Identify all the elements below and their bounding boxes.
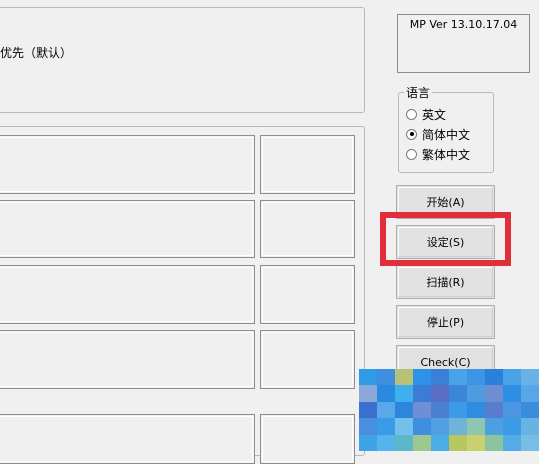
mosaic-tile xyxy=(485,385,503,402)
mosaic-tile xyxy=(521,401,539,419)
mosaic-tile xyxy=(521,369,539,386)
slot-cell-main-2 xyxy=(0,200,255,258)
mosaic-tile xyxy=(431,434,449,451)
mosaic-tile xyxy=(467,418,485,435)
slot-cell-side-1 xyxy=(260,135,355,194)
mosaic-tile xyxy=(449,434,467,451)
mosaic-tile xyxy=(359,434,377,451)
radio-traditional-chinese[interactable]: 繁体中文 xyxy=(406,145,470,163)
mosaic-tile xyxy=(449,418,467,435)
mosaic-tile xyxy=(395,369,413,386)
mosaic-tile xyxy=(449,385,467,402)
radio-english[interactable]: 英文 xyxy=(406,105,446,123)
mosaic-tile xyxy=(449,401,467,419)
radio-traditional-chinese-label: 繁体中文 xyxy=(422,147,471,162)
radio-simplified-chinese-label: 简体中文 xyxy=(422,127,471,142)
mosaic-tile xyxy=(359,401,377,419)
slot-cell-side-2 xyxy=(260,200,355,258)
slot-cell-side-5 xyxy=(260,414,355,464)
mosaic-tile xyxy=(395,418,413,435)
mosaic-tile xyxy=(413,434,431,451)
mosaic-tile xyxy=(467,401,485,419)
highlight-box xyxy=(380,212,511,266)
mosaic-tile xyxy=(449,369,467,386)
mosaic-tile xyxy=(377,385,395,402)
mosaic-tile xyxy=(467,434,485,451)
mosaic-tile xyxy=(395,434,413,451)
mosaic-tile xyxy=(413,401,431,419)
mosaic-tile xyxy=(521,434,539,451)
version-box: MP Ver 13.10.17.04 xyxy=(397,14,530,73)
mosaic-tile xyxy=(359,385,377,402)
mosaic-tile xyxy=(431,369,449,386)
mosaic-tile xyxy=(359,369,377,386)
mosaic-tile xyxy=(503,418,521,435)
mosaic-tile xyxy=(413,418,431,435)
mosaic-tile xyxy=(377,401,395,419)
mosaic-tile xyxy=(467,369,485,386)
mosaic-tile xyxy=(521,385,539,402)
version-label: MP Ver 13.10.17.04 xyxy=(409,18,518,31)
scan-button[interactable]: 扫描(R) xyxy=(396,265,495,299)
radio-simplified-chinese[interactable]: 简体中文 xyxy=(406,125,470,143)
mosaic-tile xyxy=(395,401,413,419)
radio-unchecked-icon[interactable] xyxy=(406,108,417,120)
mosaic-tile xyxy=(431,385,449,402)
mosaic-tile xyxy=(467,385,485,402)
radio-checked-icon[interactable] xyxy=(406,128,417,140)
slot-cell-main-5 xyxy=(0,414,255,464)
slot-cell-main-1 xyxy=(0,135,255,194)
mosaic-tile xyxy=(485,401,503,419)
mosaic-tile xyxy=(431,401,449,419)
mosaic-overlay xyxy=(359,369,539,451)
mosaic-tile xyxy=(395,385,413,402)
mosaic-tile xyxy=(413,385,431,402)
mosaic-tile xyxy=(485,369,503,386)
language-legend: 语言 xyxy=(404,84,433,101)
mosaic-tile xyxy=(503,434,521,451)
mosaic-tile xyxy=(521,418,539,435)
slot-cell-main-3 xyxy=(0,265,255,324)
mosaic-tile xyxy=(377,418,395,435)
mosaic-tile xyxy=(503,385,521,402)
mosaic-tile xyxy=(485,418,503,435)
stop-button[interactable]: 停止(P) xyxy=(396,305,495,339)
mosaic-tile xyxy=(431,418,449,435)
mosaic-tile xyxy=(503,401,521,419)
mosaic-tile xyxy=(377,434,395,451)
mosaic-tile xyxy=(359,418,377,435)
mosaic-tile xyxy=(377,369,395,386)
radio-english-label: 英文 xyxy=(422,107,447,122)
mosaic-tile xyxy=(485,434,503,451)
top-option-text: 优先（默认） xyxy=(0,46,73,60)
radio-unchecked-icon[interactable] xyxy=(406,148,417,160)
slot-cell-side-3 xyxy=(260,265,355,324)
slot-cell-main-4 xyxy=(0,330,255,389)
mosaic-tile xyxy=(503,369,521,386)
mosaic-tile xyxy=(413,369,431,386)
slot-cell-side-4 xyxy=(260,330,355,389)
